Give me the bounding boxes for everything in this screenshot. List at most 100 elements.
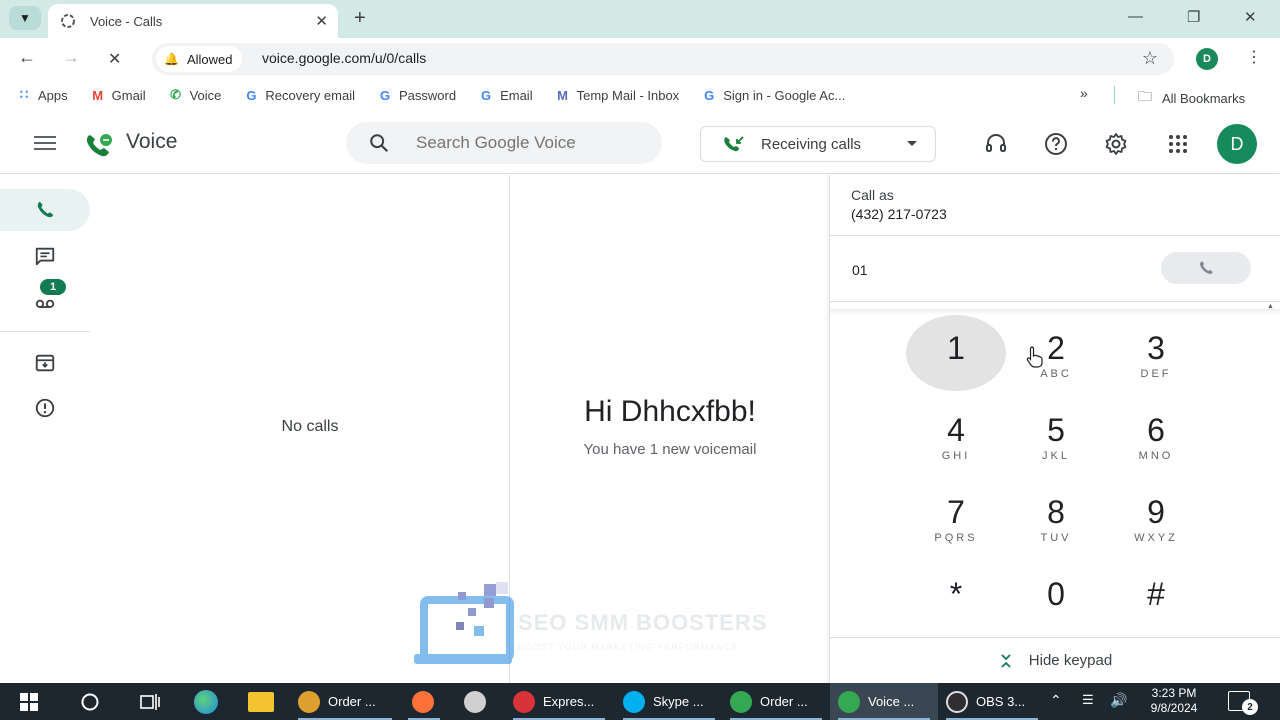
voice-favicon-icon	[60, 13, 76, 29]
all-bookmarks-button[interactable]: 🗀 All Bookmarks	[1138, 86, 1245, 110]
bookmark-star-icon[interactable]: ☆	[1142, 48, 1158, 69]
keypad-key-star[interactable]: *	[906, 566, 1006, 640]
keypad-key-6[interactable]: 6 MNO	[1106, 402, 1206, 476]
site-permission-chip[interactable]: 🔔 Allowed	[156, 46, 243, 72]
bookmarks-bar: ∷ Apps M Gmail ✆ Voice G Recovery email …	[0, 80, 1280, 110]
browser-profile-avatar[interactable]: D	[1196, 48, 1218, 70]
taskbar-item-firefox[interactable]	[400, 683, 448, 720]
call-as-label: Call as	[851, 187, 894, 203]
keypad-key-7[interactable]: 7 PQRS	[906, 484, 1006, 558]
keypad-key-8[interactable]: 8 TUV	[1006, 484, 1106, 558]
taskbar-item-voice[interactable]: Voice ...	[830, 683, 938, 720]
empty-calls-message: No calls	[281, 418, 339, 435]
spam-alert-icon	[35, 398, 55, 418]
dialer-separator	[830, 301, 1280, 302]
nav-archive[interactable]	[0, 342, 90, 384]
keypad-key-1[interactable]: 1	[906, 315, 1006, 394]
keypad-key-0[interactable]: 0	[1006, 566, 1106, 640]
file-explorer-icon[interactable]	[248, 692, 274, 712]
bookmark-apps[interactable]: ∷ Apps	[16, 87, 68, 103]
keypad-key-4[interactable]: 4 GHI	[906, 402, 1006, 476]
google-icon: G	[704, 87, 715, 103]
bookmark-password[interactable]: G Password	[377, 88, 456, 103]
dropdown-caret-icon	[907, 141, 917, 146]
apps-grid-icon: ∷	[19, 87, 29, 102]
chevron-down-icon: ▼	[19, 11, 31, 25]
taskbar-item-obs[interactable]: OBS 3...	[938, 683, 1046, 720]
keypad-key-2[interactable]: 2 ABC	[1006, 320, 1106, 394]
taskbar-item-order-2[interactable]: Order ...	[722, 683, 830, 720]
browser-toolbar: ← → ✕ 🔔 Allowed voice.google.com/u/0/cal…	[0, 38, 1280, 80]
volume-icon[interactable]: 🔊	[1110, 692, 1127, 709]
bookmark-temp-mail[interactable]: M Temp Mail - Inbox	[555, 88, 679, 103]
bookmark-email[interactable]: G Email	[478, 88, 533, 103]
address-bar[interactable]: 🔔 Allowed voice.google.com/u/0/calls ☆	[152, 43, 1174, 75]
taskbar-item-skype[interactable]: Skype ...	[615, 683, 723, 720]
dialer-separator	[830, 235, 1280, 236]
account-avatar[interactable]: D	[1217, 124, 1257, 164]
obs-icon	[946, 690, 968, 713]
headset-icon[interactable]	[984, 132, 1008, 156]
receiving-calls-label: Receiving calls	[761, 135, 862, 153]
keypad-key-5[interactable]: 5 JKL	[1006, 402, 1106, 476]
stop-loading-icon[interactable]: ✕	[108, 49, 121, 69]
search-icon[interactable]	[368, 132, 390, 154]
taskbar-item-app[interactable]	[452, 683, 500, 720]
receiving-calls-dropdown[interactable]: Receiving calls	[700, 126, 936, 162]
bell-icon: 🔔	[164, 52, 179, 66]
bookmark-gmail[interactable]: M Gmail	[90, 88, 145, 103]
window-close-icon[interactable]: ✕	[1244, 8, 1257, 26]
archive-icon	[35, 354, 55, 372]
google-icon: G	[481, 87, 492, 103]
bookmark-voice[interactable]: ✆ Voice	[168, 87, 221, 103]
search-bar[interactable]	[346, 122, 662, 164]
main-menu-icon[interactable]	[34, 136, 56, 150]
tab-close-icon[interactable]: ✕	[315, 12, 328, 30]
voicemail-summary: You have 1 new voicemail	[583, 441, 757, 458]
restore-icon[interactable]: ❐	[1187, 8, 1200, 26]
windows-start-icon[interactable]	[20, 693, 38, 711]
bookmark-sign-in[interactable]: G Sign in - Google Ac...	[701, 88, 845, 103]
hand-cursor-icon	[1026, 346, 1043, 368]
taskbar-item-order-1[interactable]: Order ...	[290, 683, 400, 720]
forward-arrow-icon[interactable]: →	[62, 47, 80, 68]
place-call-button[interactable]	[1161, 252, 1251, 284]
url-text[interactable]: voice.google.com/u/0/calls	[262, 50, 426, 66]
browser-menu-icon[interactable]: ⋮	[1246, 47, 1262, 67]
nav-spam[interactable]	[0, 387, 90, 429]
nav-messages[interactable]	[0, 235, 90, 277]
dial-number-input[interactable]	[852, 259, 1132, 281]
tray-chevron-up-icon[interactable]: ⌃	[1050, 692, 1062, 709]
back-arrow-icon[interactable]: ←	[18, 47, 36, 68]
watermark-tagline: BOOST YOUR MARKETING PERFORMANCE	[518, 642, 739, 652]
wifi-icon[interactable]: ☰	[1082, 692, 1094, 708]
browser-tab-bar: ▼ Voice - Calls ✕ + — ❐ ✕	[0, 0, 1280, 38]
search-circle-icon[interactable]	[80, 692, 100, 712]
new-tab-button[interactable]: +	[354, 7, 366, 30]
edge-browser-icon[interactable]	[194, 690, 218, 714]
task-view-icon[interactable]	[139, 692, 161, 712]
keypad-key-9[interactable]: 9 WXYZ	[1106, 484, 1206, 558]
help-icon[interactable]	[1044, 132, 1068, 156]
windows-taskbar: Order ... Expres... Skype ... Order ... …	[0, 683, 1280, 720]
taskbar-item-express[interactable]: Expres...	[505, 683, 613, 720]
minimize-icon[interactable]: —	[1128, 8, 1143, 25]
keypad-key-hash[interactable]: #	[1106, 566, 1206, 640]
app-icon	[464, 690, 486, 713]
system-clock[interactable]: 3:23 PM 9/8/2024	[1140, 686, 1208, 716]
laptop-logo-icon	[414, 582, 514, 664]
keypad-key-3[interactable]: 3 DEF	[1106, 320, 1206, 394]
call-as-number[interactable]: (432) 217-0723	[851, 206, 947, 222]
google-apps-icon[interactable]	[1166, 132, 1190, 156]
clock-time: 3:23 PM	[1151, 686, 1197, 700]
google-icon: G	[379, 87, 391, 103]
message-icon	[35, 247, 55, 266]
tab-search-button[interactable]: ▼	[9, 6, 41, 30]
bookmarks-overflow-icon[interactable]: »	[1080, 85, 1088, 101]
bookmark-recovery-email[interactable]: G Recovery email	[243, 88, 355, 103]
settings-gear-icon[interactable]	[1104, 132, 1128, 156]
nav-calls[interactable]	[0, 189, 90, 231]
browser-tab-voice[interactable]: Voice - Calls ✕	[48, 4, 338, 38]
hide-keypad-button[interactable]: Hide keypad	[830, 637, 1280, 683]
search-input[interactable]	[416, 132, 606, 154]
